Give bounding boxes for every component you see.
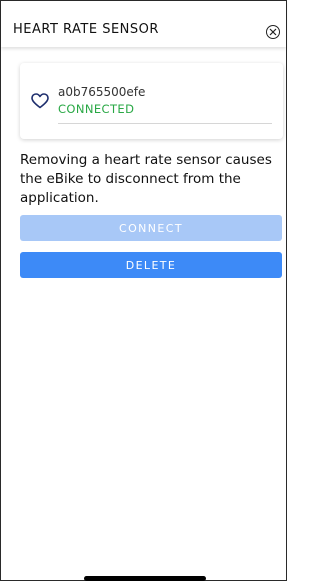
sensor-card[interactable]: a0b765500efe CONNECTED (20, 63, 283, 139)
close-icon (269, 28, 277, 36)
screen-frame: HEART RATE SENSOR a0b765500efe CONNECTED… (0, 0, 287, 581)
home-indicator[interactable] (84, 576, 206, 581)
warning-message: Removing a heart rate sensor causes the … (20, 152, 272, 206)
connect-button[interactable]: CONNECT (20, 215, 282, 241)
header-bar: HEART RATE SENSOR (1, 1, 286, 47)
close-button[interactable] (266, 25, 280, 39)
page-title: HEART RATE SENSOR (13, 22, 159, 37)
connection-status: CONNECTED (58, 102, 135, 116)
sensor-id: a0b765500efe (58, 85, 146, 99)
heart-icon (31, 93, 49, 109)
delete-button[interactable]: DELETE (20, 252, 282, 278)
divider (58, 123, 272, 124)
